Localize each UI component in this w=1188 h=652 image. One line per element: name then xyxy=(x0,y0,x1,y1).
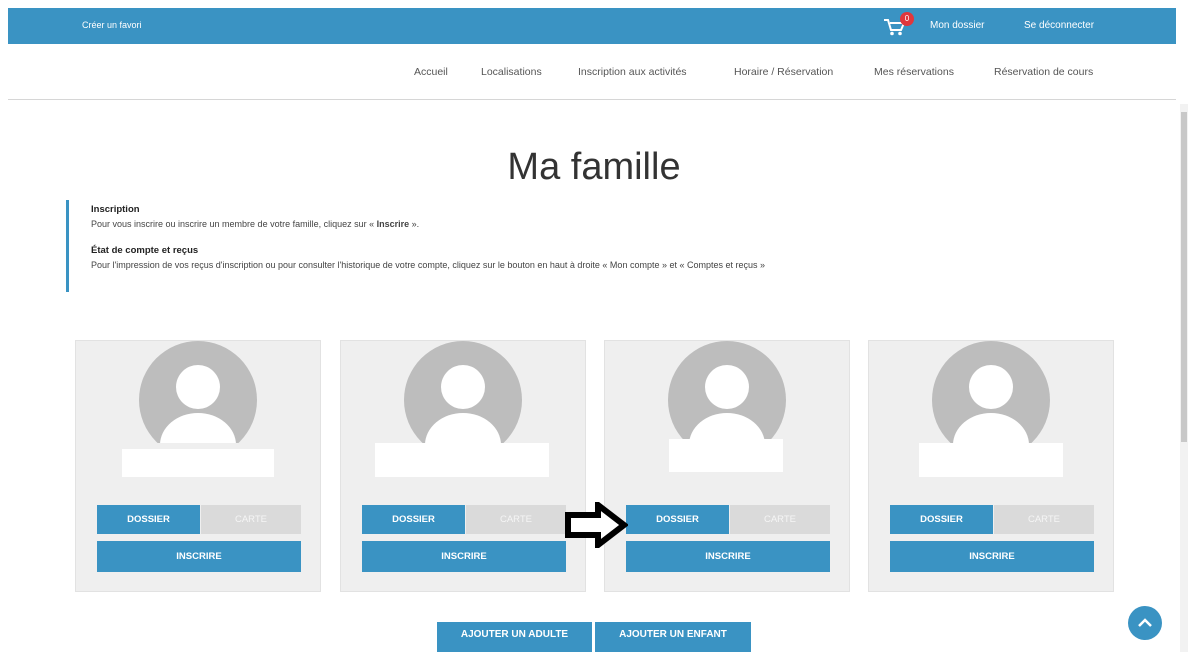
chevron-up-icon xyxy=(1138,618,1152,627)
avatar-placeholder-icon xyxy=(932,341,1050,443)
inscrire-button[interactable]: INSCRIRE xyxy=(97,541,301,572)
member-name-field xyxy=(122,449,274,477)
account-heading: État de compte et reçus xyxy=(91,245,199,256)
family-member-card: DOSSIER CARTE INSCRIRE xyxy=(75,340,321,592)
carte-button[interactable]: CARTE xyxy=(201,505,301,534)
scrollbar-thumb[interactable] xyxy=(1181,112,1187,442)
pointer-arrow-icon xyxy=(565,502,628,548)
family-member-card: DOSSIER CARTE INSCRIRE xyxy=(604,340,850,592)
inscrire-button[interactable]: INSCRIRE xyxy=(626,541,830,572)
carte-button[interactable]: CARTE xyxy=(994,505,1094,534)
account-text: Pour l'impression de vos reçus d'inscrip… xyxy=(91,260,766,270)
dossier-button[interactable]: DOSSIER xyxy=(362,505,465,534)
add-child-button[interactable]: AJOUTER UN ENFANT xyxy=(595,622,751,652)
inscription-text-end: ». xyxy=(409,219,420,229)
inscription-text-start: Pour vous inscrire ou inscrire un membre… xyxy=(91,219,377,229)
top-bar: Créer un favori 0 Mon dossier Se déconne… xyxy=(8,8,1176,44)
cart-count-badge: 0 xyxy=(900,12,914,26)
menu-item-mes-reservations[interactable]: Mes réservations xyxy=(874,66,954,78)
add-adult-button[interactable]: AJOUTER UN ADULTE xyxy=(437,622,592,652)
my-file-link[interactable]: Mon dossier xyxy=(930,20,984,31)
menu-item-horaire[interactable]: Horaire / Réservation xyxy=(734,66,833,78)
dossier-button[interactable]: DOSSIER xyxy=(890,505,993,534)
page-title: Ma famille xyxy=(507,146,681,188)
carte-button[interactable]: CARTE xyxy=(466,505,566,534)
logout-link[interactable]: Se déconnecter xyxy=(1024,20,1094,31)
menu-item-inscription[interactable]: Inscription aux activités xyxy=(578,66,687,78)
inscrire-button[interactable]: INSCRIRE xyxy=(362,541,566,572)
inscription-text: Pour vous inscrire ou inscrire un membre… xyxy=(91,219,1066,229)
member-name-field xyxy=(669,439,783,472)
avatar-placeholder-icon xyxy=(139,341,257,443)
member-name-field xyxy=(375,443,549,477)
page-scrollbar[interactable] xyxy=(1180,104,1188,652)
avatar-placeholder-icon xyxy=(404,341,522,443)
info-callout: Inscription Pour vous inscrire ou inscri… xyxy=(66,200,1066,292)
inscrire-button[interactable]: INSCRIRE xyxy=(890,541,1094,572)
inscription-heading: Inscription xyxy=(91,204,140,215)
inscription-text-bold: Inscrire xyxy=(376,219,410,229)
dossier-button[interactable]: DOSSIER xyxy=(97,505,200,534)
avatar-placeholder-icon xyxy=(668,341,786,443)
bookmark-link[interactable]: Créer un favori xyxy=(82,20,142,30)
main-menu: Accueil Localisations Inscription aux ac… xyxy=(8,44,1176,100)
family-member-card: DOSSIER CARTE INSCRIRE xyxy=(868,340,1114,592)
menu-item-accueil[interactable]: Accueil xyxy=(414,66,448,78)
carte-button[interactable]: CARTE xyxy=(730,505,830,534)
menu-item-reservation-cours[interactable]: Réservation de cours xyxy=(994,66,1093,78)
family-member-card: DOSSIER CARTE INSCRIRE xyxy=(340,340,586,592)
dossier-button[interactable]: DOSSIER xyxy=(626,505,729,534)
member-name-field xyxy=(919,443,1063,477)
menu-item-localisations[interactable]: Localisations xyxy=(481,66,542,78)
scroll-to-top-button[interactable] xyxy=(1128,606,1162,640)
